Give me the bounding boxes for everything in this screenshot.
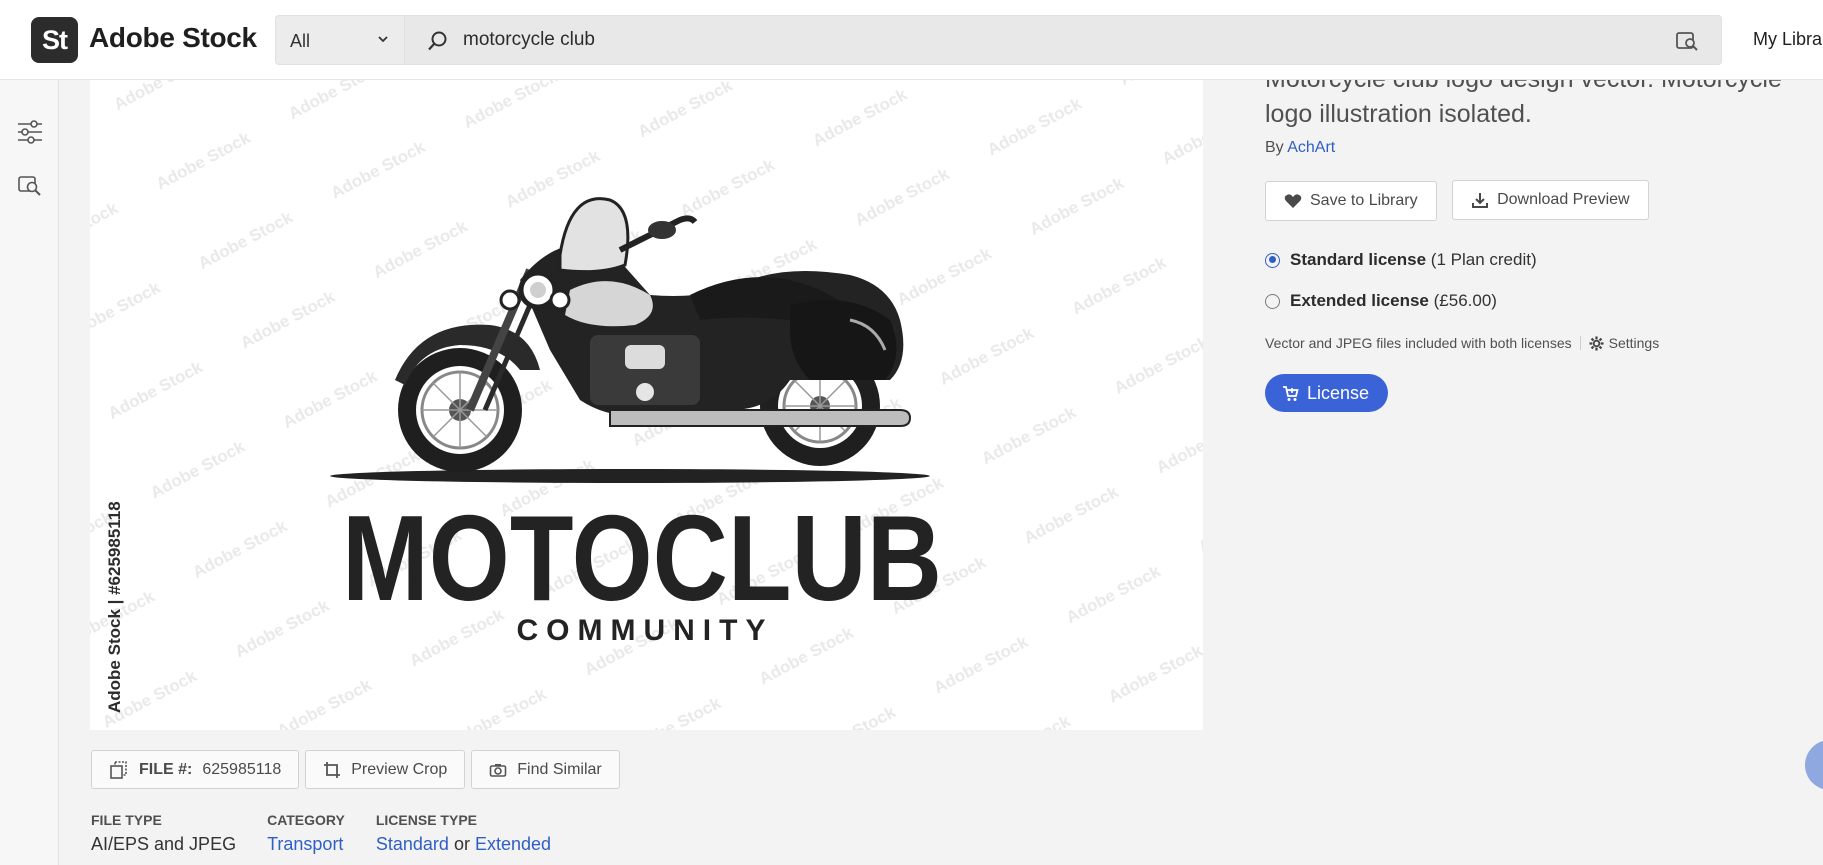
file-type-label: FILE TYPE xyxy=(91,812,162,828)
search-icon[interactable] xyxy=(427,30,449,52)
svg-text:MOTOCLUB: MOTOCLUB xyxy=(342,490,942,626)
standard-license-option[interactable]: Standard license (1 Plan credit) xyxy=(1265,250,1537,270)
find-similar-label: Find Similar xyxy=(517,760,602,778)
heart-icon xyxy=(1284,194,1302,208)
download-icon xyxy=(1472,193,1489,208)
file-number-button[interactable]: FILE #: 625985118 xyxy=(91,750,300,789)
crop-icon xyxy=(324,761,341,778)
find-similar-button[interactable]: Find Similar xyxy=(471,750,620,789)
license-button-label: License xyxy=(1307,382,1370,403)
license-or-text: or xyxy=(453,834,470,854)
adobe-stock-logo-badge[interactable]: St xyxy=(31,17,78,63)
author-link[interactable]: AchArt xyxy=(1287,139,1335,156)
asset-actions: Save to Library Download Preview xyxy=(1265,180,1660,221)
find-similar-icon[interactable] xyxy=(16,172,44,200)
search-bar xyxy=(404,15,1722,65)
standard-license-link[interactable]: Standard xyxy=(376,834,449,854)
extended-license-link[interactable]: Extended xyxy=(475,834,551,854)
standard-license-price: (1 Plan credit) xyxy=(1430,250,1537,269)
top-header: St Adobe Stock All My Librar xyxy=(0,0,1823,80)
save-to-library-label: Save to Library xyxy=(1310,192,1418,209)
category-label: CATEGORY xyxy=(267,812,345,828)
license-note: Vector and JPEG files included with both… xyxy=(1265,335,1659,351)
divider xyxy=(1579,336,1581,350)
file-number-value: 625985118 xyxy=(202,760,282,778)
license-note-text: Vector and JPEG files included with both… xyxy=(1265,335,1572,351)
svg-text:COMMUNITY: COMMUNITY xyxy=(517,614,774,647)
file-type-value: AI/EPS and JPEG xyxy=(91,834,237,854)
save-to-library-button[interactable]: Save to Library xyxy=(1265,181,1437,221)
file-icon xyxy=(110,760,127,779)
filters-icon[interactable] xyxy=(16,118,44,146)
license-button[interactable]: License xyxy=(1265,374,1389,412)
category-column: CATEGORY Transport xyxy=(267,812,345,855)
extended-license-name: Extended license xyxy=(1290,291,1429,310)
author-byline: By AchArt xyxy=(1265,139,1823,157)
extended-license-radio[interactable] xyxy=(1265,293,1280,309)
download-preview-button[interactable]: Download Preview xyxy=(1452,180,1649,220)
file-number-label: FILE #: xyxy=(139,760,193,778)
chevron-down-icon xyxy=(378,36,388,43)
settings-label: Settings xyxy=(1608,335,1660,351)
asset-metadata: FILE TYPE AI/EPS and JPEG CATEGORY Trans… xyxy=(91,812,582,855)
search-scope-label: All xyxy=(290,31,311,51)
download-preview-label: Download Preview xyxy=(1497,191,1630,208)
settings-icon xyxy=(1589,335,1604,351)
asset-details-panel: Motorcycle club logo design vector. Moto… xyxy=(1265,62,1823,482)
category-link[interactable]: Transport xyxy=(267,834,343,854)
visual-search-icon[interactable] xyxy=(1675,30,1699,52)
file-type-column: FILE TYPE AI/EPS and JPEG xyxy=(91,812,236,855)
preview-crop-button[interactable]: Preview Crop xyxy=(305,750,466,789)
file-actions-row: FILE #: 625985118 Preview Crop Find Simi… xyxy=(91,750,620,789)
extended-license-price: (£56.00) xyxy=(1433,291,1497,310)
standard-license-radio[interactable] xyxy=(1265,252,1280,268)
license-type-label: LICENSE TYPE xyxy=(375,812,477,828)
image-preview[interactable]: Adobe Stock xyxy=(90,80,1203,730)
left-rail xyxy=(0,80,59,865)
preview-crop-label: Preview Crop xyxy=(351,760,448,778)
motoclub-logo-image: Adobe Stock xyxy=(90,80,1203,730)
adobe-stock-logo-text[interactable]: Adobe Stock xyxy=(89,22,257,54)
standard-license-name: Standard license xyxy=(1290,250,1427,269)
image-id-watermark: Adobe Stock | #625985118 xyxy=(105,501,124,713)
my-libraries-link[interactable]: My Librar xyxy=(1753,29,1823,50)
search-input[interactable] xyxy=(463,24,1563,56)
search-scope-dropdown[interactable]: All xyxy=(275,15,404,65)
cart-icon xyxy=(1283,385,1299,401)
floating-help-button[interactable] xyxy=(1805,740,1823,790)
by-label: By xyxy=(1265,139,1284,156)
settings-link[interactable]: Settings xyxy=(1589,335,1660,351)
camera-icon xyxy=(489,763,507,777)
extended-license-option[interactable]: Extended license (£56.00) xyxy=(1265,291,1497,311)
license-type-column: LICENSE TYPE Standard or Extended xyxy=(376,812,551,855)
